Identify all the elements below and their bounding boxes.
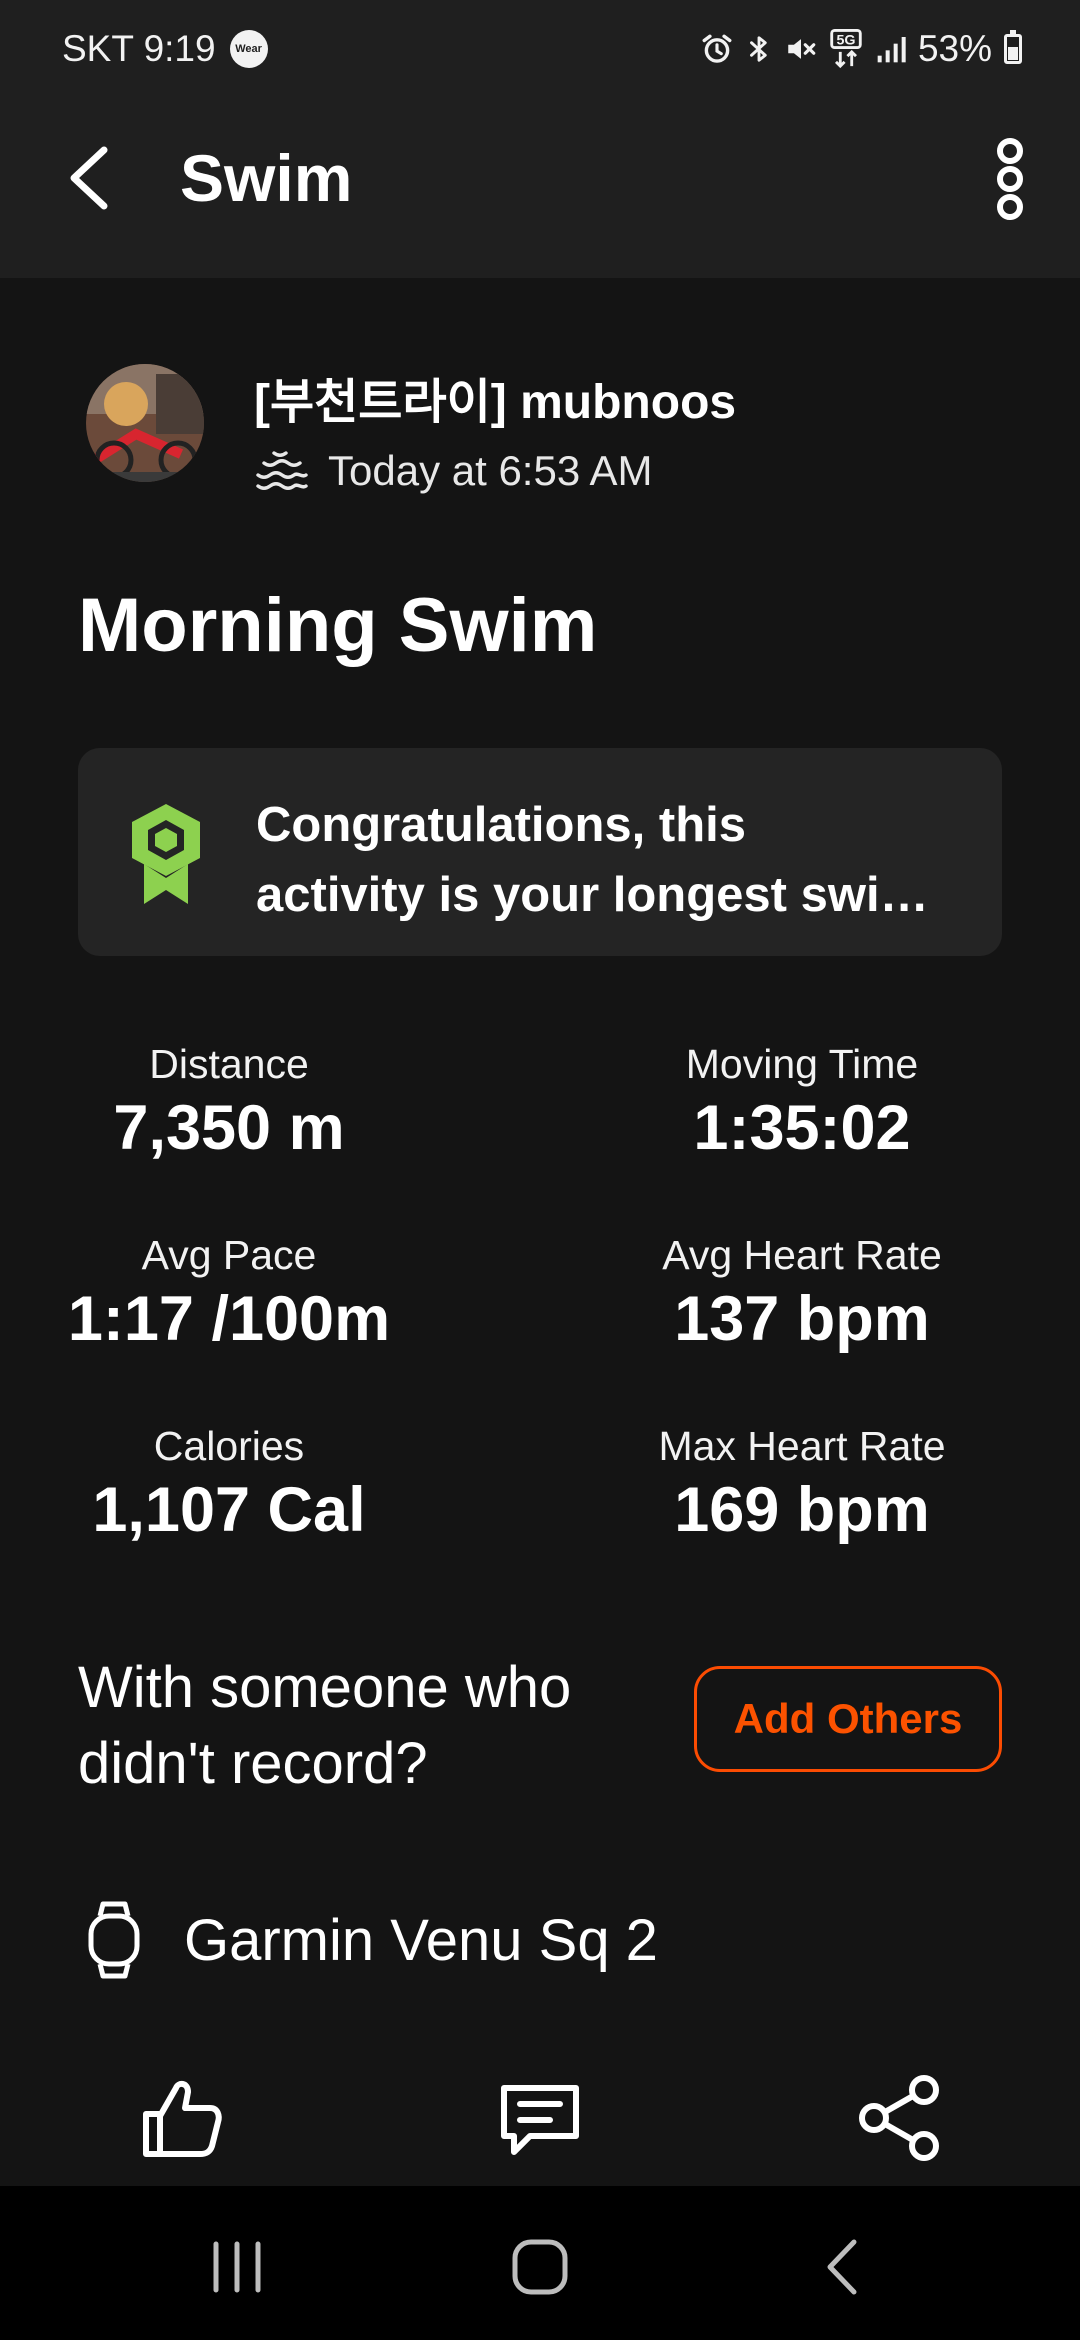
like-icon[interactable] <box>132 2070 228 2166</box>
status-left: SKT 9:19 Wear <box>62 24 268 74</box>
stat-label: Moving Time <box>685 1041 919 1087</box>
activity-title: Morning Swim <box>78 583 598 668</box>
more-options-icon[interactable] <box>980 134 1040 224</box>
stat-label: Calories <box>153 1423 305 1469</box>
activity-time: Today at 6:53 AM <box>328 447 653 494</box>
stat-label: Max Heart Rate <box>658 1423 946 1469</box>
alarm-icon <box>702 34 732 63</box>
stat-moving-time: Moving Time 1:35:02 <box>540 1030 1002 1221</box>
athlete-name[interactable]: [부천트라이] mubnoos <box>254 362 736 432</box>
stat-max-heart-rate: Max Heart Rate 169 bpm <box>540 1412 1002 1603</box>
stat-value: 1:35:02 <box>693 1093 911 1163</box>
add-others-button[interactable]: Add Others <box>694 1666 1002 1772</box>
system-nav-bar <box>0 2186 1080 2340</box>
stats-grid: Distance 7,350 m Moving Time 1:35:02 Avg… <box>68 1030 1002 1603</box>
back-icon[interactable] <box>808 2232 878 2302</box>
app-bar: Swim <box>0 96 1080 278</box>
stat-label: Distance <box>149 1041 309 1087</box>
achievement-line-2: activity is your longest swi… <box>256 868 929 922</box>
battery-level <box>1008 47 1018 60</box>
stat-value: 7,350 m <box>113 1093 345 1163</box>
activity-detail-screen: SKT 9:19 Wear 5G 53% Swim [부천트라이] mubnoo… <box>0 0 1080 2340</box>
back-chevron-icon[interactable] <box>60 138 120 218</box>
signal-icon <box>877 37 906 63</box>
stat-value: 169 bpm <box>674 1475 930 1545</box>
page-title: Swim <box>180 141 353 215</box>
avatar-image <box>86 364 204 482</box>
5g-icon: 5G <box>830 29 862 69</box>
status-bar: SKT 9:19 Wear 5G 53% <box>0 0 1080 96</box>
achievement-line-1: Congratulations, this <box>256 798 746 852</box>
stat-value: 1,107 Cal <box>92 1475 366 1545</box>
group-prompt-line-2: didn't record? <box>78 1731 428 1796</box>
device-row: Garmin Venu Sq 2 <box>86 1890 658 1990</box>
watch-icon <box>88 1901 140 1979</box>
action-bar <box>0 2050 1080 2184</box>
avatar[interactable] <box>86 364 204 482</box>
medal-icon <box>132 804 200 904</box>
achievement-message: Congratulations, this activity is your l… <box>256 790 976 930</box>
stat-value: 137 bpm <box>674 1284 930 1354</box>
home-icon[interactable] <box>505 2232 575 2302</box>
stat-calories: Calories 1,107 Cal <box>78 1412 540 1603</box>
group-prompt: With someone who didn't record? <box>78 1650 638 1802</box>
swim-icon <box>256 451 308 490</box>
comment-icon[interactable] <box>492 2070 588 2166</box>
group-prompt-line-1: With someone who <box>78 1655 572 1720</box>
stat-distance: Distance 7,350 m <box>78 1030 540 1221</box>
share-icon[interactable] <box>852 2070 948 2166</box>
stat-value: 1:17 /100m <box>67 1284 391 1354</box>
carrier-time: SKT 9:19 <box>62 28 216 69</box>
bluetooth-icon <box>750 36 767 62</box>
status-right: 5G 53% <box>700 24 1022 74</box>
stat-label: Avg Heart Rate <box>662 1232 942 1278</box>
recents-icon[interactable] <box>202 2232 272 2302</box>
activity-meta: Today at 6:53 AM <box>254 446 653 496</box>
stat-label: Avg Pace <box>141 1232 317 1278</box>
stat-avg-heart-rate: Avg Heart Rate 137 bpm <box>540 1221 1002 1412</box>
wear-badge: Wear <box>229 30 268 68</box>
svg-text:5G: 5G <box>836 33 855 49</box>
achievement-card[interactable]: Congratulations, this activity is your l… <box>78 748 1002 956</box>
device-name: Garmin Venu Sq 2 <box>184 1907 658 1973</box>
battery-icon <box>1004 30 1022 64</box>
mute-icon <box>788 39 816 59</box>
stat-avg-pace: Avg Pace 1:17 /100m <box>68 1221 540 1412</box>
battery-percent: 53% <box>917 28 992 69</box>
